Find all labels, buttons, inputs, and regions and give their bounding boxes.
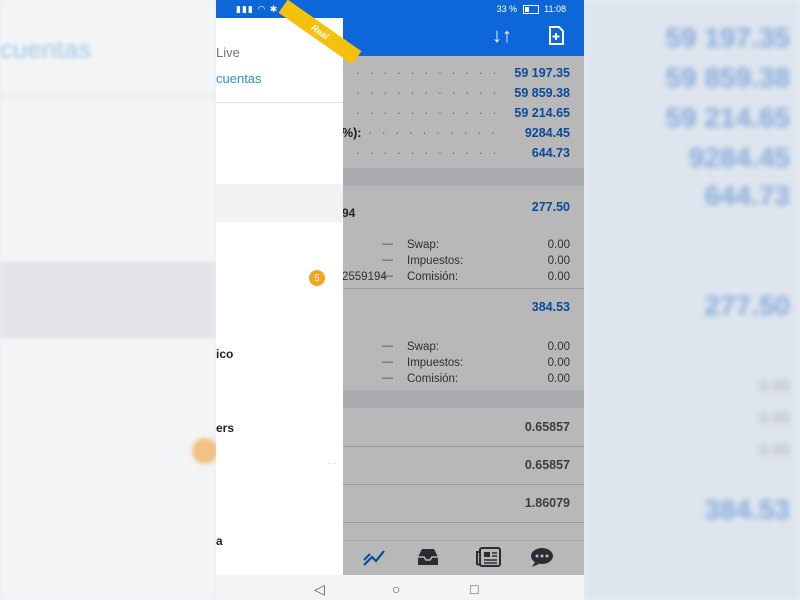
manage-accounts-link[interactable]: cuentas: [216, 71, 262, 86]
back-icon[interactable]: ◁: [314, 581, 325, 598]
background-value: 59 859.38: [665, 62, 790, 93]
home-icon[interactable]: ○: [392, 581, 400, 597]
background-value: 0.00: [758, 442, 790, 459]
drawer-item[interactable]: a: [216, 534, 223, 548]
background-right: 59 197.35 59 859.38 59 214.65 9284.45 64…: [584, 0, 800, 600]
add-document-icon[interactable]: [546, 26, 566, 50]
background-divider: [0, 96, 216, 97]
phone-screen: ▮▮▮ ◠ ✱ 33 % 11:08 0 ↓↑ · · · · · · · · …: [216, 0, 584, 600]
drawer-divider: [216, 102, 343, 103]
background-value: 277.50: [704, 290, 790, 321]
background-value: 59 214.65: [665, 102, 790, 133]
background-value: 644.73: [704, 180, 790, 211]
recents-icon[interactable]: □: [470, 581, 478, 597]
background-value: 0.00: [758, 410, 790, 427]
background-left: cuentas: [0, 0, 218, 600]
more-dots: · ·: [328, 458, 337, 468]
background-value: 59 197.35: [665, 22, 790, 53]
background-title: cuentas: [0, 34, 92, 64]
battery-icon: [522, 5, 539, 15]
background-value: 384.53: [704, 494, 790, 525]
clock: 11:08: [544, 4, 566, 14]
navigation-drawer: Real Live cuentas 5 ico ers · · a: [216, 0, 362, 575]
background-value: 9284.45: [688, 142, 790, 173]
notification-badge: 5: [309, 270, 325, 286]
background-block: [0, 262, 216, 338]
background-value: 0.00: [758, 378, 790, 395]
status-bar: ▮▮▮ ◠ ✱ 33 % 11:08: [216, 0, 584, 18]
signal-icon: ▮▮▮ ◠ ✱: [236, 4, 279, 14]
drawer-item[interactable]: ers: [216, 421, 234, 435]
system-nav-bar: ◁ ○ □: [216, 575, 584, 600]
drawer-item-active[interactable]: [216, 184, 343, 222]
battery-percent: 33 %: [496, 4, 518, 14]
status-right: 33 % 11:08: [496, 4, 566, 15]
drawer-item[interactable]: ico: [216, 347, 233, 361]
sort-icon[interactable]: ↓↑: [492, 26, 512, 46]
account-server-label: Live: [216, 45, 240, 60]
background-badge: [192, 438, 218, 464]
